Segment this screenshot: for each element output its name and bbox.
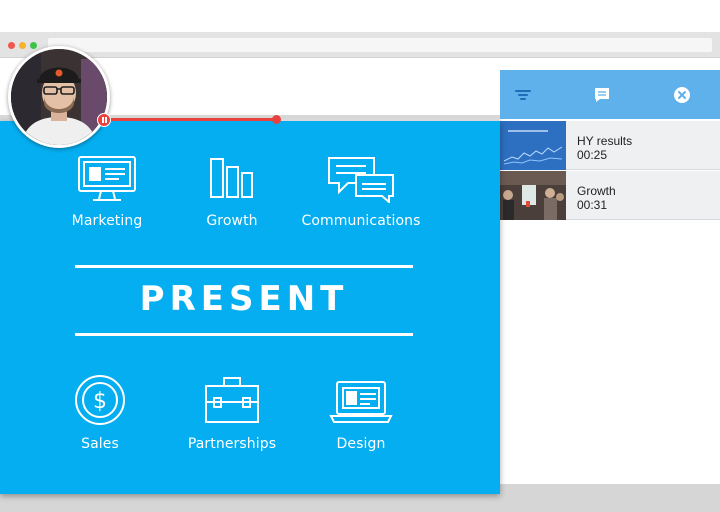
svg-text:$: $ [93,389,107,414]
tile-partnerships[interactable]: Partnerships [157,374,307,452]
tile-communications[interactable]: Communications [286,155,436,229]
chat-bubbles-icon [328,157,394,203]
list-item[interactable]: HY results 00:25 [500,121,720,170]
laptop-icon [329,381,393,423]
close-circle-icon[interactable] [671,84,693,106]
item-duration: 00:31 [577,198,608,212]
tile-design[interactable]: Design [286,374,436,452]
tile-label: Partnerships [187,436,277,452]
progress-handle[interactable] [272,115,281,124]
chart-thumbnail [500,121,566,170]
meeting-thumbnail [500,171,566,220]
divider-top [75,265,413,268]
tile-growth[interactable]: Growth [157,155,307,229]
monitor-icon [78,156,136,201]
pause-record-button[interactable] [97,113,111,127]
tile-sales[interactable]: $ Sales [25,374,175,452]
panel-header [500,70,720,119]
list-item[interactable]: Growth 00:31 [500,171,720,220]
comment-icon[interactable] [591,84,613,106]
browser-toolbar [0,32,720,58]
window-close-dot[interactable] [8,42,15,49]
divider-bottom [75,333,413,336]
item-title: HY results [577,134,633,148]
progress-fill [100,118,276,121]
presenter-video [11,49,107,145]
tile-label: Sales [81,436,119,452]
dollar-coin-icon: $ [75,375,125,425]
webcam-preview[interactable] [8,46,110,148]
window-minimize-dot[interactable] [19,42,26,49]
tile-label: Growth [206,213,258,229]
presentation-slide[interactable]: Marketing Growth Communications PRESENT … [0,121,500,494]
window-maximize-dot[interactable] [30,42,37,49]
briefcase-icon [205,377,259,423]
item-duration: 00:25 [577,148,608,162]
filter-icon[interactable] [512,84,534,106]
tile-label: Design [336,436,386,452]
tile-label: Communications [301,213,421,229]
address-bar[interactable] [48,38,712,52]
slide-title: PRESENT [139,279,349,319]
item-title: Growth [577,184,616,198]
bar-chart-icon [210,158,253,198]
